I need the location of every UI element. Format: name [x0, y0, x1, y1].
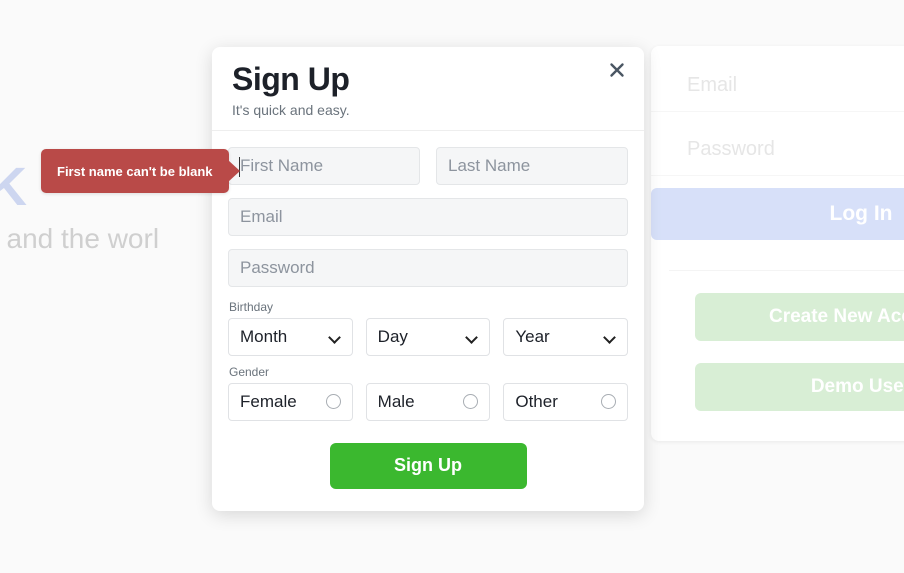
last-name-input[interactable]: Last Name — [436, 146, 628, 185]
modal-subtitle: It's quick and easy. — [232, 101, 350, 118]
radio-icon[interactable] — [325, 394, 341, 410]
gender-option-label: Female — [240, 391, 297, 411]
chevron-down-icon — [466, 331, 478, 343]
demo-user-button[interactable]: Demo User — [695, 363, 904, 411]
birthday-select-row: Month Day Year — [228, 317, 629, 356]
gender-option-label: Male — [377, 391, 415, 411]
create-new-account-button[interactable]: Create New Account — [695, 293, 904, 341]
birthday-month-select[interactable]: Month — [228, 317, 353, 356]
login-email-input[interactable]: Email — [651, 60, 904, 112]
gender-radio-row: Female Male Other — [228, 382, 629, 421]
birthday-label: Birthday — [229, 299, 274, 314]
close-icon[interactable] — [606, 59, 628, 81]
gender-option-label: Other — [515, 391, 558, 411]
password-field-row: Password — [228, 248, 628, 287]
gender-option-other[interactable]: Other — [503, 382, 629, 421]
page-title: Sign Up — [232, 61, 350, 97]
login-card: Email Password Log In Create New Account… — [651, 46, 904, 441]
log-in-button[interactable]: Log In — [651, 188, 904, 240]
submit-row: Sign Up — [228, 442, 628, 489]
chevron-down-icon — [604, 331, 616, 343]
birthday-day-select[interactable]: Day — [365, 317, 491, 356]
radio-icon[interactable] — [463, 394, 479, 410]
first-name-input[interactable]: First Name — [228, 146, 420, 185]
login-divider — [669, 270, 904, 271]
birthday-day-value: Day — [377, 326, 408, 346]
gender-option-male[interactable]: Male — [365, 382, 491, 421]
sign-up-button[interactable]: Sign Up — [329, 442, 527, 489]
signup-modal: Sign Up It's quick and easy. First Name … — [212, 47, 644, 511]
birthday-year-value: Year — [515, 326, 550, 346]
radio-icon[interactable] — [601, 394, 617, 410]
modal-header: Sign Up It's quick and easy. — [212, 47, 644, 131]
error-tooltip-text: First name can't be blank — [57, 163, 213, 179]
birthday-month-value: Month — [240, 326, 288, 346]
gender-option-female[interactable]: Female — [228, 382, 353, 421]
gender-label: Gender — [229, 364, 270, 379]
name-field-row: First Name Last Name — [228, 146, 628, 185]
modal-body: First Name Last Name Email Password Birt… — [212, 131, 644, 511]
email-input[interactable]: Email — [228, 197, 628, 236]
chevron-down-icon — [329, 331, 341, 343]
first-name-error-tooltip: First name can't be blank — [41, 149, 229, 193]
login-password-input[interactable]: Password — [651, 124, 904, 176]
birthday-year-select[interactable]: Year — [503, 317, 629, 356]
email-field-row: Email — [228, 197, 628, 236]
password-input[interactable]: Password — [228, 248, 628, 287]
